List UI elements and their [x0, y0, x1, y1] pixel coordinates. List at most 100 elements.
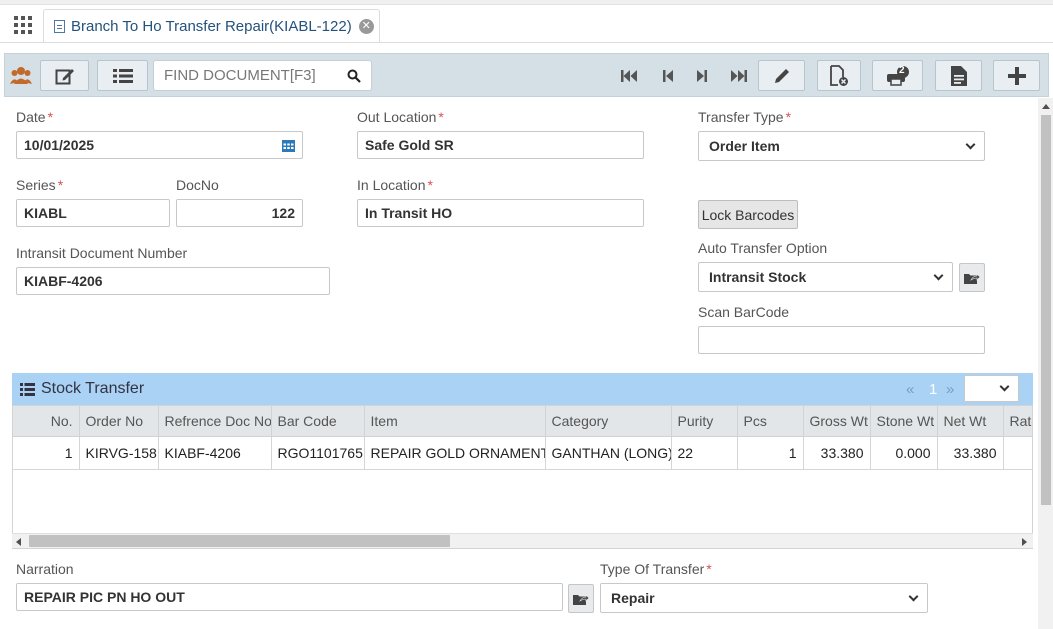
- previous-record-button[interactable]: [655, 61, 681, 91]
- col-header-net-wt[interactable]: Net Wt: [937, 406, 1004, 437]
- add-new-button[interactable]: [993, 60, 1040, 91]
- scroll-right-arrow-icon[interactable]: [1022, 538, 1027, 546]
- grid-title: Stock Transfer: [41, 380, 145, 397]
- printer-icon: [886, 65, 909, 86]
- series-label: Series *: [16, 177, 64, 193]
- cell-net-wt: 33.380: [937, 436, 1004, 470]
- tab-title: Branch To Ho Transfer Repair(KIABL-122): [71, 18, 352, 35]
- step-forward-icon: [697, 70, 707, 82]
- chevron-down-icon: [908, 591, 919, 601]
- step-back-icon: [663, 70, 673, 82]
- docno-field[interactable]: 122: [176, 199, 303, 227]
- edit-note-button[interactable]: [40, 60, 89, 91]
- narration-action-button[interactable]: [568, 584, 594, 613]
- grid-header-row: No. Order No Refrence Doc No Bar Code It…: [13, 406, 1032, 437]
- scan-barcode-label: Scan BarCode: [698, 304, 790, 320]
- transfer-type-label: Transfer Type *: [698, 109, 792, 125]
- out-location-field[interactable]: Safe Gold SR: [357, 131, 644, 159]
- cell-item: REPAIR GOLD ORNAMENT: [364, 436, 546, 470]
- cell-no: 1: [13, 436, 80, 470]
- report-button[interactable]: [935, 60, 982, 91]
- list-icon: [20, 382, 35, 396]
- cell-category: GANTHAN (LONG): [545, 436, 672, 470]
- auto-transfer-action-button[interactable]: [959, 263, 985, 292]
- scroll-up-arrow-icon[interactable]: [1042, 104, 1050, 109]
- cell-pcs: 1: [737, 436, 804, 470]
- in-location-field[interactable]: In Transit HO: [357, 199, 644, 227]
- grid-scroll-thumb[interactable]: [29, 535, 450, 547]
- type-of-transfer-select[interactable]: Repair: [600, 583, 928, 613]
- intransit-doc-field[interactable]: KIABF-4206: [16, 267, 330, 295]
- top-border: [0, 0, 1053, 5]
- col-header-category[interactable]: Category: [545, 406, 672, 437]
- plus-icon: [1007, 66, 1026, 85]
- folder-share-icon: [573, 593, 589, 605]
- find-document-input[interactable]: [164, 67, 344, 84]
- cell-purity: 22: [671, 436, 738, 470]
- date-field[interactable]: 10/01/2025: [16, 131, 303, 159]
- next-record-button[interactable]: [689, 61, 715, 91]
- page-scroll-thumb[interactable]: [1041, 115, 1051, 505]
- col-header-purity[interactable]: Purity: [671, 406, 738, 437]
- col-header-bar-code[interactable]: Bar Code: [271, 406, 365, 437]
- last-record-button[interactable]: [726, 61, 752, 91]
- series-field[interactable]: KIABL: [16, 199, 170, 227]
- cell-stone-wt: 0.000: [870, 436, 938, 470]
- col-header-item[interactable]: Item: [364, 406, 546, 437]
- scan-barcode-input[interactable]: [698, 326, 985, 354]
- col-header-reference-doc-no[interactable]: Refrence Doc No: [158, 406, 272, 437]
- narration-field[interactable]: REPAIR PIC PN HO OUT: [16, 583, 563, 611]
- edit-note-icon: [55, 68, 74, 84]
- first-record-button[interactable]: [616, 61, 642, 91]
- calendar-icon[interactable]: [282, 139, 295, 152]
- search-icon[interactable]: [347, 69, 361, 83]
- col-header-no[interactable]: No.: [13, 406, 80, 437]
- type-of-transfer-label: Type Of Transfer *: [600, 561, 712, 577]
- in-location-label: In Location *: [357, 177, 433, 193]
- auto-transfer-label: Auto Transfer Option: [698, 240, 828, 256]
- col-header-order-no[interactable]: Order No: [79, 406, 159, 437]
- auto-transfer-select[interactable]: Intransit Stock: [698, 262, 953, 292]
- find-document-search[interactable]: [153, 60, 372, 91]
- cell-bar-code: RGO1101765: [271, 436, 365, 470]
- chevron-down-icon: [999, 381, 1010, 392]
- print-button[interactable]: 2: [872, 60, 923, 91]
- toolbar: 2: [4, 53, 1049, 97]
- chevron-down-icon: [965, 139, 976, 149]
- table-row[interactable]: 1 KIRVG-158 KIABF-4206 RGO1101765 REPAIR…: [13, 436, 1032, 470]
- skip-first-icon: [621, 70, 637, 82]
- print-count-badge: 2: [899, 65, 905, 76]
- file-text-icon: [950, 65, 967, 86]
- col-header-pcs[interactable]: Pcs: [737, 406, 804, 437]
- file-cancel-icon: [830, 64, 848, 86]
- out-location-label: Out Location *: [357, 109, 444, 125]
- scroll-left-arrow-icon[interactable]: [16, 538, 21, 546]
- col-header-gross-wt[interactable]: Gross Wt: [803, 406, 871, 437]
- lock-barcodes-button[interactable]: Lock Barcodes: [698, 200, 798, 229]
- list-view-button[interactable]: [97, 60, 148, 91]
- cell-gross-wt: 33.380: [803, 436, 871, 470]
- intransit-doc-label: Intransit Document Number: [16, 245, 188, 261]
- users-icon[interactable]: [10, 65, 32, 88]
- document-tab[interactable]: Branch To Ho Transfer Repair(KIABL-122) …: [43, 9, 380, 43]
- pager-page[interactable]: 1: [929, 381, 937, 398]
- tab-divider: [0, 42, 1053, 43]
- cancel-document-button[interactable]: [817, 60, 861, 91]
- folder-share-icon: [964, 272, 980, 284]
- docno-label: DocNo: [176, 177, 219, 193]
- transfer-type-select[interactable]: Order Item: [698, 131, 985, 161]
- date-label: Date *: [16, 109, 54, 125]
- close-tab-icon[interactable]: ✕: [358, 19, 374, 34]
- col-header-stone-wt[interactable]: Stone Wt: [870, 406, 938, 437]
- narration-label: Narration: [16, 561, 74, 577]
- list-icon: [112, 68, 133, 83]
- cell-reference-doc-no: KIABF-4206: [158, 436, 272, 470]
- edit-button[interactable]: [758, 60, 805, 91]
- stock-transfer-header: Stock Transfer « 1 »: [12, 373, 1033, 405]
- apps-grid-icon[interactable]: [14, 16, 34, 34]
- pager-prev[interactable]: «: [906, 381, 914, 398]
- col-header-rate[interactable]: Rate: [1003, 406, 1032, 437]
- pager-next[interactable]: »: [946, 381, 954, 398]
- stock-transfer-grid: No. Order No Refrence Doc No Bar Code It…: [12, 405, 1033, 549]
- page-size-select[interactable]: [964, 375, 1019, 402]
